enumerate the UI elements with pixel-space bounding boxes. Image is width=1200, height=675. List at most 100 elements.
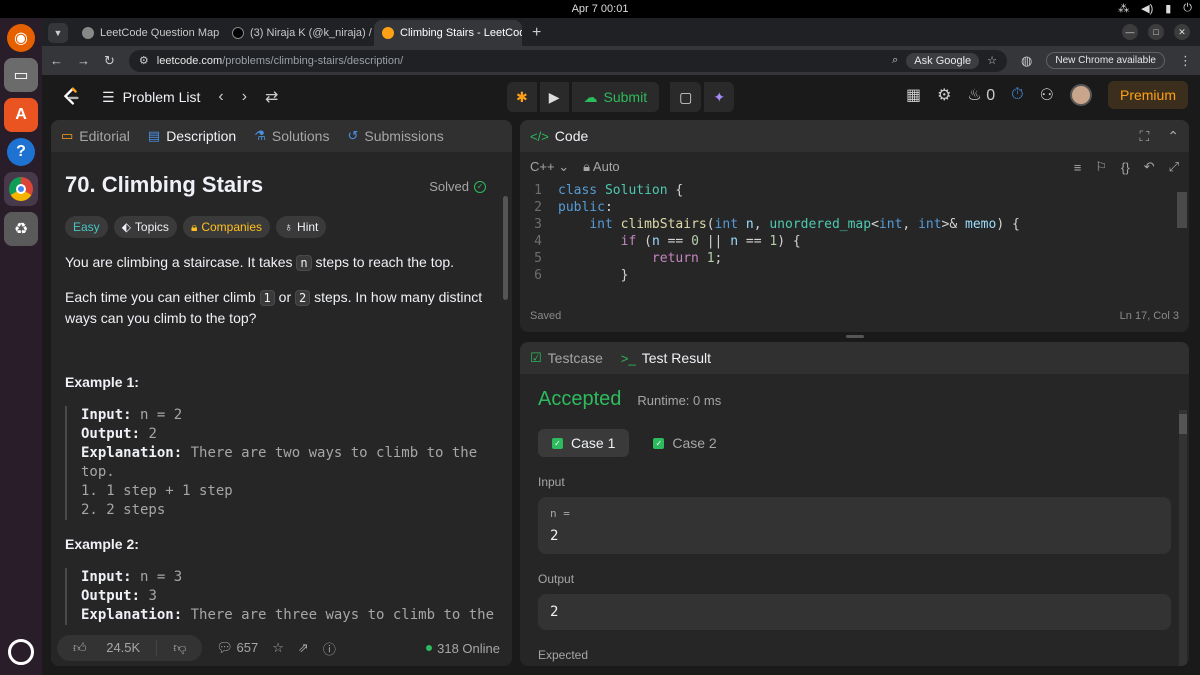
browser-toolbar: ← → ↻ ⚙ leetcode.com/problems/climbing-s… bbox=[42, 46, 1200, 75]
code-scrollbar[interactable] bbox=[1177, 192, 1187, 228]
tab-label: Submissions bbox=[364, 128, 444, 144]
prev-problem-icon[interactable]: ‹ bbox=[218, 88, 223, 106]
debug-button[interactable]: ✱ bbox=[507, 82, 537, 112]
firefox-icon[interactable]: ◉ bbox=[7, 24, 35, 52]
scrollbar-thumb[interactable] bbox=[1179, 414, 1187, 434]
hint-tag[interactable]: ♁ Hint bbox=[276, 216, 327, 238]
network-icon: ⁂ bbox=[1118, 3, 1130, 15]
maximize-icon[interactable]: □ bbox=[1148, 24, 1164, 40]
app-center-icon[interactable]: A bbox=[4, 98, 38, 132]
site-info-icon[interactable]: ⚙ bbox=[139, 54, 149, 67]
tab-label: Description bbox=[166, 128, 237, 144]
note-icon: ▢ bbox=[679, 88, 693, 105]
x-logo-icon bbox=[232, 27, 244, 39]
shuffle-icon[interactable]: ⇄ bbox=[265, 87, 278, 107]
code-line[interactable]: 2 public: bbox=[520, 199, 1189, 216]
tab-climbing-stairs[interactable]: Climbing Stairs - LeetCode ✕ bbox=[374, 20, 522, 46]
code-line[interactable]: 4 if (n == 0 || n == 1) { bbox=[520, 233, 1189, 250]
result-scrollbar[interactable] bbox=[1179, 410, 1187, 666]
layout-icon[interactable]: ▦ bbox=[906, 85, 921, 105]
leetcode-logo-icon[interactable] bbox=[60, 86, 82, 108]
tab-solutions[interactable]: ⚗ Solutions bbox=[254, 128, 329, 144]
os-clock[interactable]: Apr 7 00:01 bbox=[572, 3, 629, 15]
streak-counter[interactable]: ♨ 0 bbox=[967, 85, 995, 105]
dislike-button[interactable]: 👎︎ bbox=[156, 640, 202, 656]
leetcode-navbar: ☰ Problem List ‹ › ⇄ ✱ ▶ ☁ Submit ▢ ✦ ▦ … bbox=[42, 75, 1200, 119]
close-window-icon[interactable]: ✕ bbox=[1174, 24, 1190, 40]
problem-list-label: Problem List bbox=[122, 89, 201, 105]
bookmark-star-icon[interactable]: ☆ bbox=[987, 54, 997, 67]
problem-list-link[interactable]: ☰ Problem List bbox=[102, 89, 200, 106]
autocomplete-mode[interactable]: 🔒︎ Auto bbox=[583, 159, 620, 175]
lock-icon: 🔒︎ bbox=[190, 219, 198, 234]
new-tab-button[interactable]: + bbox=[524, 24, 549, 46]
zoom-icon[interactable]: ⌕ bbox=[892, 54, 898, 67]
case-label: Case 1 bbox=[571, 435, 616, 451]
code-tab[interactable]: </> Code bbox=[530, 128, 588, 144]
back-icon[interactable]: ← bbox=[50, 53, 63, 68]
case-1-tab[interactable]: ✓ Case 1 bbox=[538, 429, 630, 457]
language-select[interactable]: C++ ⌄ bbox=[530, 159, 569, 175]
tab-search-icon[interactable]: ▼ bbox=[48, 23, 68, 43]
chrome-icon[interactable] bbox=[4, 172, 38, 206]
next-problem-icon[interactable]: › bbox=[242, 88, 247, 106]
companies-tag[interactable]: 🔒︎ Companies bbox=[182, 216, 271, 238]
braces-icon[interactable]: {} bbox=[1121, 160, 1130, 175]
ai-button[interactable]: ✦ bbox=[704, 82, 735, 112]
forward-icon[interactable]: → bbox=[77, 53, 90, 68]
tab-editorial[interactable]: ▭ Editorial bbox=[61, 128, 130, 144]
format-icon[interactable]: ≡ bbox=[1074, 160, 1082, 175]
system-tray[interactable]: ⁂ ◀) ▮ ⏻ bbox=[1118, 2, 1192, 15]
tab-x-profile[interactable]: (3) Niraja K (@k_niraja) / ✕ bbox=[224, 20, 372, 46]
online-label: 318 Online bbox=[437, 640, 500, 656]
comment-icon: 💬︎ bbox=[216, 640, 233, 655]
help-icon[interactable]: ? bbox=[7, 138, 35, 166]
address-bar[interactable]: ⚙ leetcode.com/problems/climbing-stairs/… bbox=[128, 49, 1008, 72]
code-line[interactable]: 5 return 1; bbox=[520, 250, 1189, 267]
comments-button[interactable]: 💬︎ 657 bbox=[216, 640, 258, 656]
tab-submissions[interactable]: ↺ Submissions bbox=[347, 128, 443, 144]
show-apps-icon[interactable] bbox=[8, 639, 34, 665]
collapse-icon[interactable]: ⌃ bbox=[1167, 128, 1179, 145]
share-icon[interactable]: ⇗ bbox=[298, 640, 309, 656]
tab-strip: ▼ LeetCode Question Map ✕ (3) Niraja K (… bbox=[42, 18, 1200, 46]
like-button[interactable]: 👍︎ 24.5K bbox=[57, 640, 156, 656]
case-2-tab[interactable]: ✓ Case 2 bbox=[639, 429, 730, 457]
trash-icon[interactable]: ♻ bbox=[4, 212, 38, 246]
fullscreen-icon[interactable]: ⛶ bbox=[1139, 128, 1149, 145]
run-button[interactable]: ▶ bbox=[539, 82, 569, 112]
submit-button[interactable]: ☁ Submit bbox=[571, 82, 660, 112]
tab-description[interactable]: ▤ Description bbox=[148, 128, 236, 144]
add-user-icon[interactable]: ⚇ bbox=[1040, 85, 1054, 105]
code-header: </> Code ⛶ ⌃ bbox=[520, 120, 1189, 152]
reload-icon[interactable]: ↻ bbox=[104, 53, 115, 69]
reset-icon[interactable]: ↶ bbox=[1144, 159, 1155, 175]
code-line[interactable]: 1 class Solution { bbox=[520, 182, 1189, 199]
premium-button[interactable]: Premium bbox=[1107, 81, 1188, 109]
ask-google-button[interactable]: Ask Google bbox=[906, 52, 980, 69]
tab-leetcode-map[interactable]: LeetCode Question Map ✕ bbox=[74, 20, 222, 46]
avatar[interactable] bbox=[1069, 84, 1092, 106]
files-icon[interactable]: ▭ bbox=[4, 58, 38, 92]
tab-test-result[interactable]: >_ Test Result bbox=[621, 350, 711, 366]
profile-avatar-icon[interactable]: ◍ bbox=[1021, 53, 1032, 69]
minimize-icon[interactable]: — bbox=[1122, 24, 1138, 40]
code-editor[interactable]: 1 class Solution { 2 public: 3 int climbSt… bbox=[520, 182, 1189, 296]
favorite-star-icon[interactable]: ☆ bbox=[272, 640, 284, 656]
panel-resize-handle[interactable] bbox=[846, 335, 864, 338]
code-line[interactable]: 6 } bbox=[520, 267, 1189, 284]
difficulty-badge[interactable]: Easy bbox=[65, 216, 108, 238]
topics-tag[interactable]: ⬖ Topics bbox=[113, 216, 177, 238]
description-scrollbar[interactable] bbox=[503, 196, 508, 300]
bookmark-icon[interactable]: ⚐ bbox=[1095, 159, 1107, 175]
description-panel: ▭ Editorial ▤ Description ⚗ Solutions ↺ Subm… bbox=[51, 120, 512, 666]
code-line[interactable]: 3 int climbStairs(int n, unordered_map<i… bbox=[520, 216, 1189, 233]
timer-icon[interactable]: ⏱ bbox=[1011, 86, 1023, 104]
notes-button[interactable]: ▢ bbox=[670, 82, 702, 112]
chrome-update-button[interactable]: New Chrome available bbox=[1046, 52, 1165, 69]
settings-gear-icon[interactable]: ⚙ bbox=[937, 85, 951, 105]
tab-testcase[interactable]: ☑ Testcase bbox=[530, 350, 603, 366]
expand-icon[interactable]: ⤢ bbox=[1169, 159, 1179, 175]
chrome-menu-icon[interactable]: ⋮ bbox=[1179, 53, 1192, 69]
help-circle-icon[interactable]: ⓘ bbox=[323, 639, 336, 658]
